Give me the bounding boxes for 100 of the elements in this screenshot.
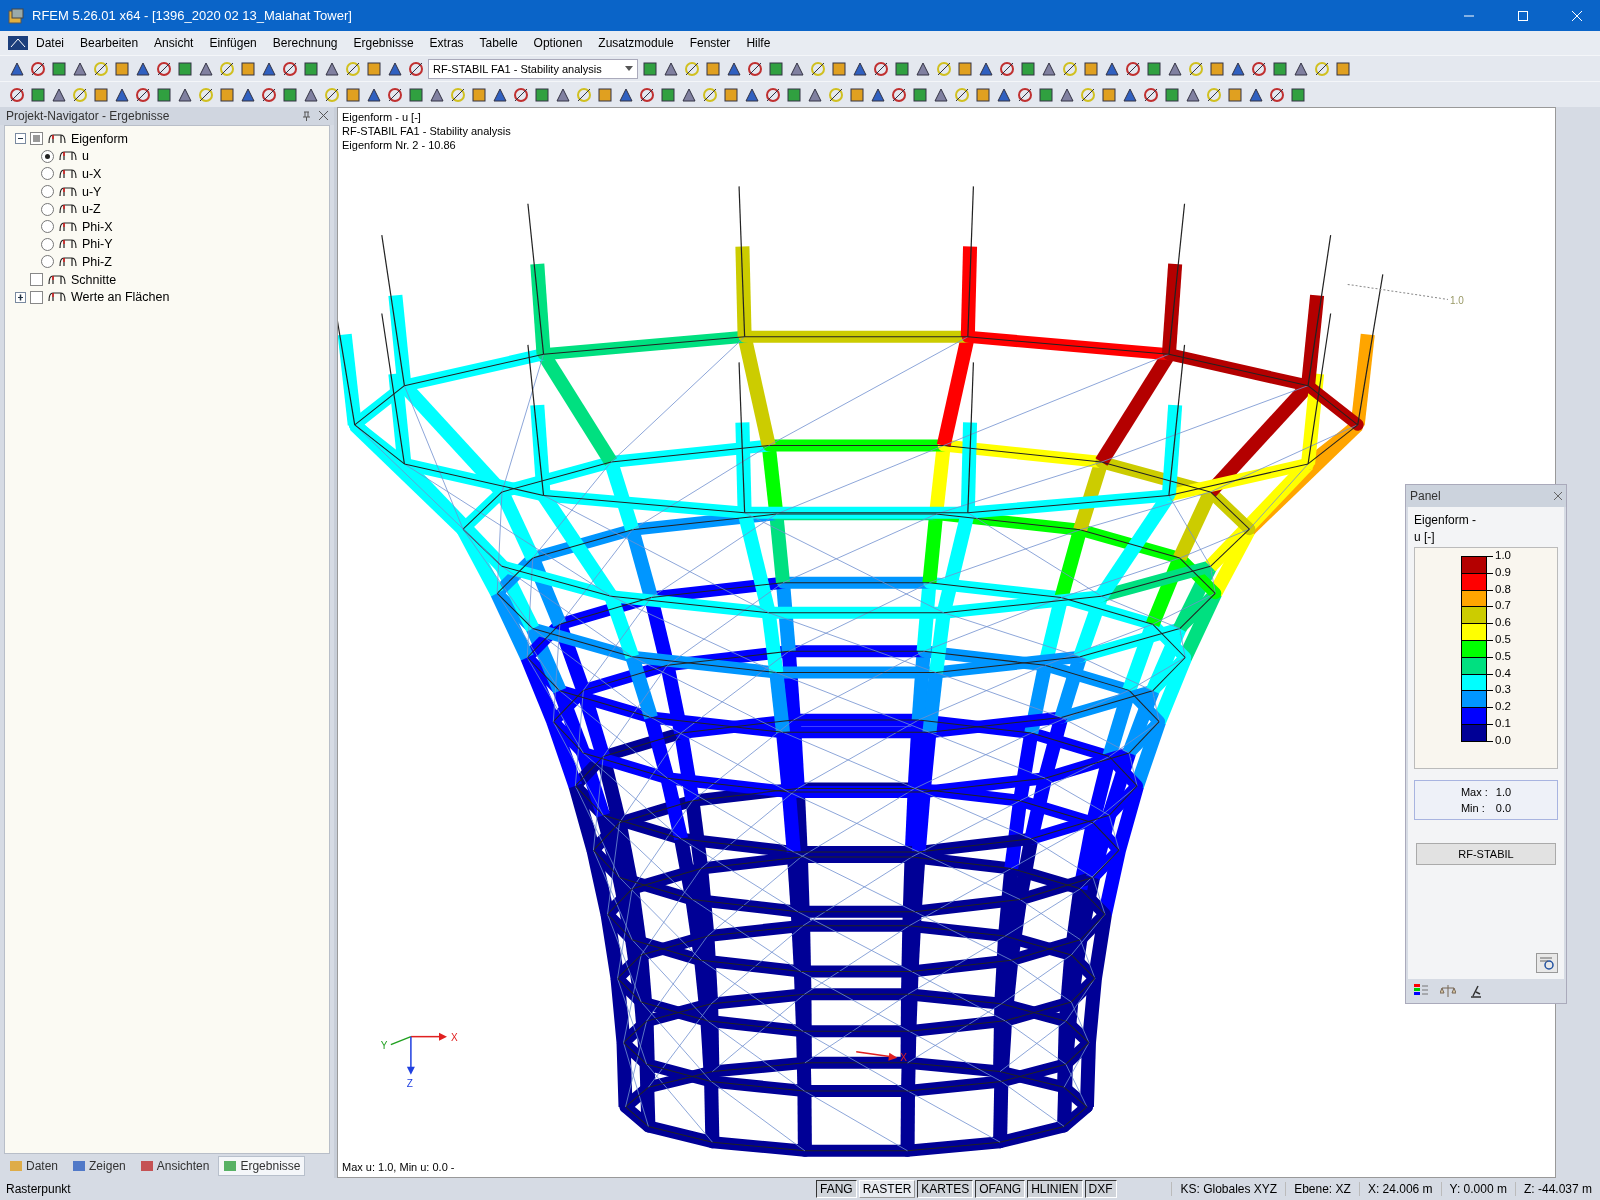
snap-toggle[interactable]: KARTES xyxy=(917,1180,974,1198)
navigator-tab[interactable]: Ergebnisse xyxy=(218,1156,306,1176)
tree-checkbox[interactable] xyxy=(30,273,43,287)
tool-icon[interactable] xyxy=(638,85,656,104)
tool-icon[interactable] xyxy=(1271,59,1289,78)
tool-icon[interactable] xyxy=(953,85,971,104)
tree-radio[interactable] xyxy=(41,149,54,163)
close-icon[interactable] xyxy=(319,111,328,120)
tool-icon[interactable] xyxy=(8,85,26,104)
tree-item[interactable]: Schnitte xyxy=(71,272,117,287)
tree-item[interactable]: u-Y xyxy=(82,184,102,199)
tree-item[interactable]: u xyxy=(82,149,89,164)
navigator-tab[interactable]: Ansichten xyxy=(134,1156,215,1176)
tool-icon[interactable] xyxy=(1124,59,1142,78)
menu-item[interactable]: Datei xyxy=(28,36,72,50)
tool-icon[interactable] xyxy=(323,85,341,104)
menu-item[interactable]: Fenster xyxy=(681,36,739,50)
tool-icon[interactable] xyxy=(344,59,362,78)
tool-icon[interactable] xyxy=(575,85,593,104)
tool-icon[interactable] xyxy=(641,59,659,78)
menu-item[interactable]: Hilfe xyxy=(738,36,779,50)
tree-checkbox[interactable] xyxy=(30,132,43,146)
tool-icon[interactable] xyxy=(1163,85,1181,104)
tree-item[interactable]: Werte an Flächen xyxy=(71,290,170,305)
snap-toggle[interactable]: FANG xyxy=(816,1180,857,1198)
tree-radio[interactable] xyxy=(41,220,54,234)
tree-item[interactable]: u-Z xyxy=(82,202,101,217)
tool-icon[interactable] xyxy=(1187,59,1205,78)
menu-item[interactable]: Tabelle xyxy=(471,36,526,50)
tree-radio[interactable] xyxy=(41,202,54,216)
color-scale-icon[interactable] xyxy=(1414,984,1428,998)
tool-icon[interactable] xyxy=(260,85,278,104)
snap-toggle[interactable]: DXF xyxy=(1084,1180,1117,1198)
menu-item[interactable]: Einfügen xyxy=(201,36,265,50)
navigator-tab[interactable]: Zeigen xyxy=(67,1156,131,1176)
tree-radio[interactable] xyxy=(41,237,54,251)
menu-item[interactable]: Zusatzmodule xyxy=(590,36,682,50)
tool-icon[interactable] xyxy=(809,59,827,78)
snap-toggle[interactable]: RASTER xyxy=(858,1180,916,1198)
tool-icon[interactable] xyxy=(1289,85,1307,104)
menu-item[interactable]: Ergebnisse xyxy=(345,36,422,50)
tool-icon[interactable] xyxy=(134,85,152,104)
rf-stabil-button[interactable]: RF-STABIL xyxy=(1416,842,1556,865)
tree-item[interactable]: Phi-Y xyxy=(82,237,113,252)
tool-icon[interactable] xyxy=(302,59,320,78)
expand-icon[interactable] xyxy=(15,291,26,303)
tool-icon[interactable] xyxy=(29,85,47,104)
tool-icon[interactable] xyxy=(746,59,764,78)
tool-icon[interactable] xyxy=(701,85,719,104)
tool-icon[interactable] xyxy=(785,85,803,104)
tool-icon[interactable] xyxy=(1268,85,1286,104)
tool-icon[interactable] xyxy=(281,85,299,104)
tree-item[interactable]: Phi-Z xyxy=(82,254,112,269)
tool-icon[interactable] xyxy=(1037,85,1055,104)
tool-icon[interactable] xyxy=(890,85,908,104)
balance-icon[interactable] xyxy=(1440,984,1456,998)
tool-icon[interactable] xyxy=(50,59,68,78)
tool-icon[interactable] xyxy=(872,59,890,78)
tool-icon[interactable] xyxy=(893,59,911,78)
menu-item[interactable]: Bearbeiten xyxy=(72,36,147,50)
tool-icon[interactable] xyxy=(29,59,47,78)
tool-icon[interactable] xyxy=(1145,59,1163,78)
zoom-table-icon[interactable] xyxy=(1536,953,1558,973)
tool-icon[interactable] xyxy=(659,85,677,104)
menu-item[interactable]: Extras xyxy=(421,36,472,50)
tree-item[interactable]: Eigenform xyxy=(71,131,128,146)
tool-icon[interactable] xyxy=(827,85,845,104)
navigator-tab[interactable]: Daten xyxy=(4,1156,64,1176)
menu-item[interactable]: Optionen xyxy=(525,36,591,50)
load-case-dropdown[interactable]: RF-STABIL FA1 - Stability analysis xyxy=(428,58,638,79)
tree-checkbox[interactable] xyxy=(30,290,43,304)
close-icon[interactable] xyxy=(1554,492,1562,500)
tool-icon[interactable] xyxy=(407,59,425,78)
tool-icon[interactable] xyxy=(407,85,425,104)
tree-radio[interactable] xyxy=(41,255,54,269)
tool-icon[interactable] xyxy=(155,59,173,78)
snap-toggle[interactable]: OFANG xyxy=(975,1180,1026,1198)
tool-icon[interactable] xyxy=(155,85,173,104)
tree-item[interactable]: u-X xyxy=(82,167,102,181)
tool-icon[interactable] xyxy=(218,59,236,78)
tool-icon[interactable] xyxy=(1019,59,1037,78)
menu-item[interactable]: Berechnung xyxy=(264,36,346,50)
tool-icon[interactable] xyxy=(512,85,530,104)
tool-icon[interactable] xyxy=(767,59,785,78)
menu-item[interactable]: Ansicht xyxy=(146,36,202,50)
tree-radio[interactable] xyxy=(41,167,54,181)
tree-radio[interactable] xyxy=(41,185,54,199)
tool-icon[interactable] xyxy=(533,85,551,104)
tool-icon[interactable] xyxy=(683,59,701,78)
tool-icon[interactable] xyxy=(197,85,215,104)
tool-icon[interactable] xyxy=(281,59,299,78)
collapse-icon[interactable] xyxy=(15,133,26,145)
pin-icon[interactable] xyxy=(302,111,311,121)
tool-icon[interactable] xyxy=(1205,85,1223,104)
tool-icon[interactable] xyxy=(92,59,110,78)
microscope-icon[interactable] xyxy=(1468,984,1482,998)
tool-icon[interactable] xyxy=(764,85,782,104)
tool-icon[interactable] xyxy=(449,85,467,104)
tool-icon[interactable] xyxy=(176,59,194,78)
tree-item[interactable]: Phi-X xyxy=(82,219,113,234)
